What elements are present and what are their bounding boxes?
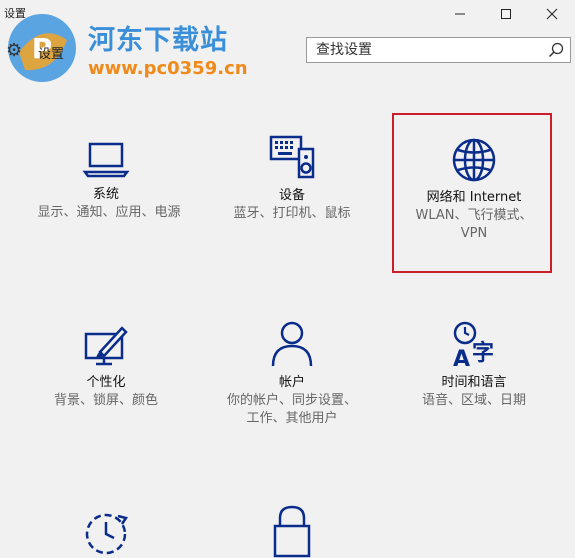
svg-text:A: A xyxy=(453,347,470,368)
tile-title: 时间和语言 xyxy=(441,375,507,390)
maximize-button[interactable] xyxy=(483,0,529,28)
tile-network[interactable]: 网络和 Internet WLAN、飞行模式、VPN xyxy=(399,137,549,243)
personalization-icon xyxy=(84,326,128,366)
tile-description: 蓝牙、打印机、鼠标 xyxy=(233,206,351,221)
search-input[interactable] xyxy=(307,38,536,62)
tile-title: 帐户 xyxy=(278,375,305,390)
minimize-button[interactable] xyxy=(437,0,483,28)
tile-description: 背景、锁屏、颜色 xyxy=(53,393,158,408)
search-box[interactable] xyxy=(306,37,571,63)
tile-description: 显示、通知、应用、电源 xyxy=(37,205,181,220)
close-button[interactable] xyxy=(529,0,575,28)
tile-description: 你的帐户、同步设置、工作、其他用户 xyxy=(226,393,357,426)
window-controls xyxy=(437,0,575,28)
tile-update[interactable] xyxy=(31,508,181,558)
tile-accounts[interactable]: 帐户 你的帐户、同步设置、工作、其他用户 xyxy=(217,320,367,428)
person-icon xyxy=(271,321,313,367)
tile-description: 语音、区域、日期 xyxy=(421,393,526,408)
tile-devices[interactable]: 设备 蓝牙、打印机、鼠标 xyxy=(217,133,367,223)
update-icon xyxy=(85,513,129,555)
tile-title: 个性化 xyxy=(86,375,126,390)
tile-time-language[interactable]: A 字 时间和语言 语音、区域、日期 xyxy=(399,320,549,410)
tile-description: WLAN、飞行模式、VPN xyxy=(415,208,533,241)
tile-privacy[interactable] xyxy=(217,504,367,558)
tile-title: 网络和 Internet xyxy=(426,190,522,205)
devices-icon xyxy=(269,135,315,179)
tile-title: 设备 xyxy=(278,188,305,203)
maximize-icon xyxy=(501,9,511,19)
title-bar: 设置 xyxy=(0,0,575,28)
watermark-title: 河东下载站 xyxy=(88,25,228,56)
lock-icon xyxy=(273,505,311,558)
page-title: 设置 xyxy=(38,47,65,62)
close-icon xyxy=(546,8,558,20)
time-language-icon: A 字 xyxy=(453,321,494,368)
minimize-icon xyxy=(455,13,465,15)
globe-icon xyxy=(452,138,496,182)
settings-gear-icon: ⚙ xyxy=(6,40,23,61)
laptop-icon xyxy=(82,142,130,178)
watermark-url: www.pc0359.cn xyxy=(88,58,248,79)
search-icon[interactable] xyxy=(548,42,564,58)
tile-title: 系统 xyxy=(92,187,119,202)
svg-text:字: 字 xyxy=(472,340,494,366)
tile-system[interactable]: 系统 显示、通知、应用、电源 xyxy=(31,140,181,222)
tile-personalization[interactable]: 个性化 背景、锁屏、颜色 xyxy=(31,324,181,410)
